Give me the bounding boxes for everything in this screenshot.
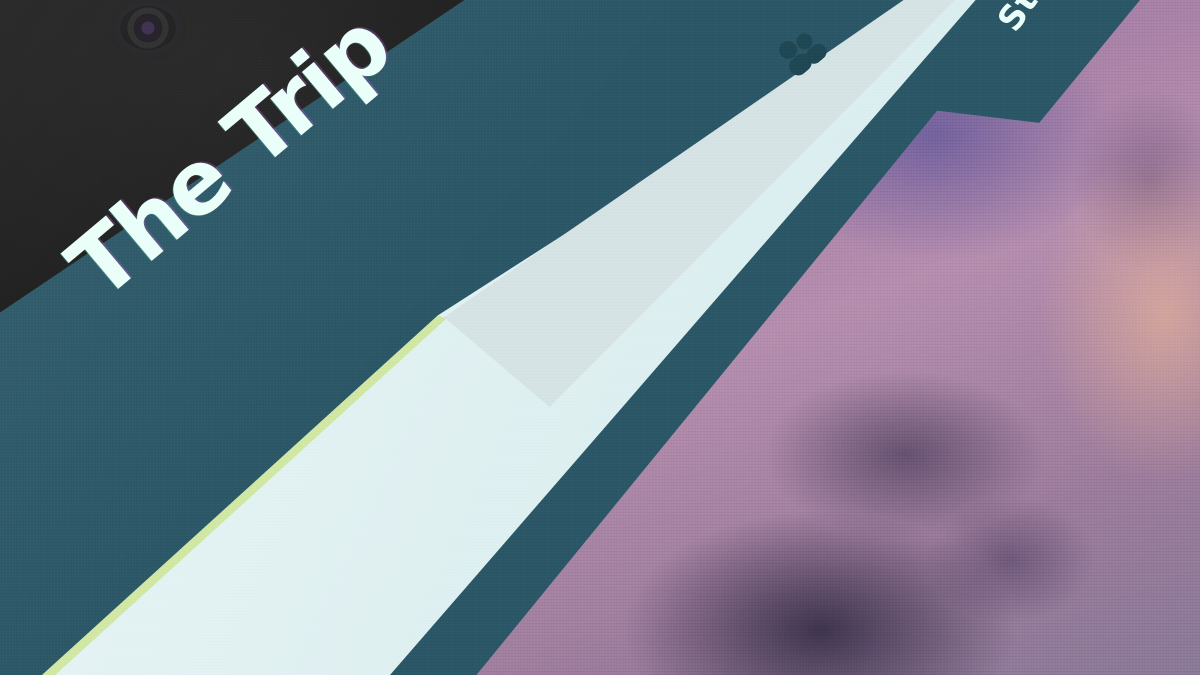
device-photo: The Trip Stockho [0, 0, 1200, 675]
app-screen: The Trip Stockho [0, 0, 1200, 675]
